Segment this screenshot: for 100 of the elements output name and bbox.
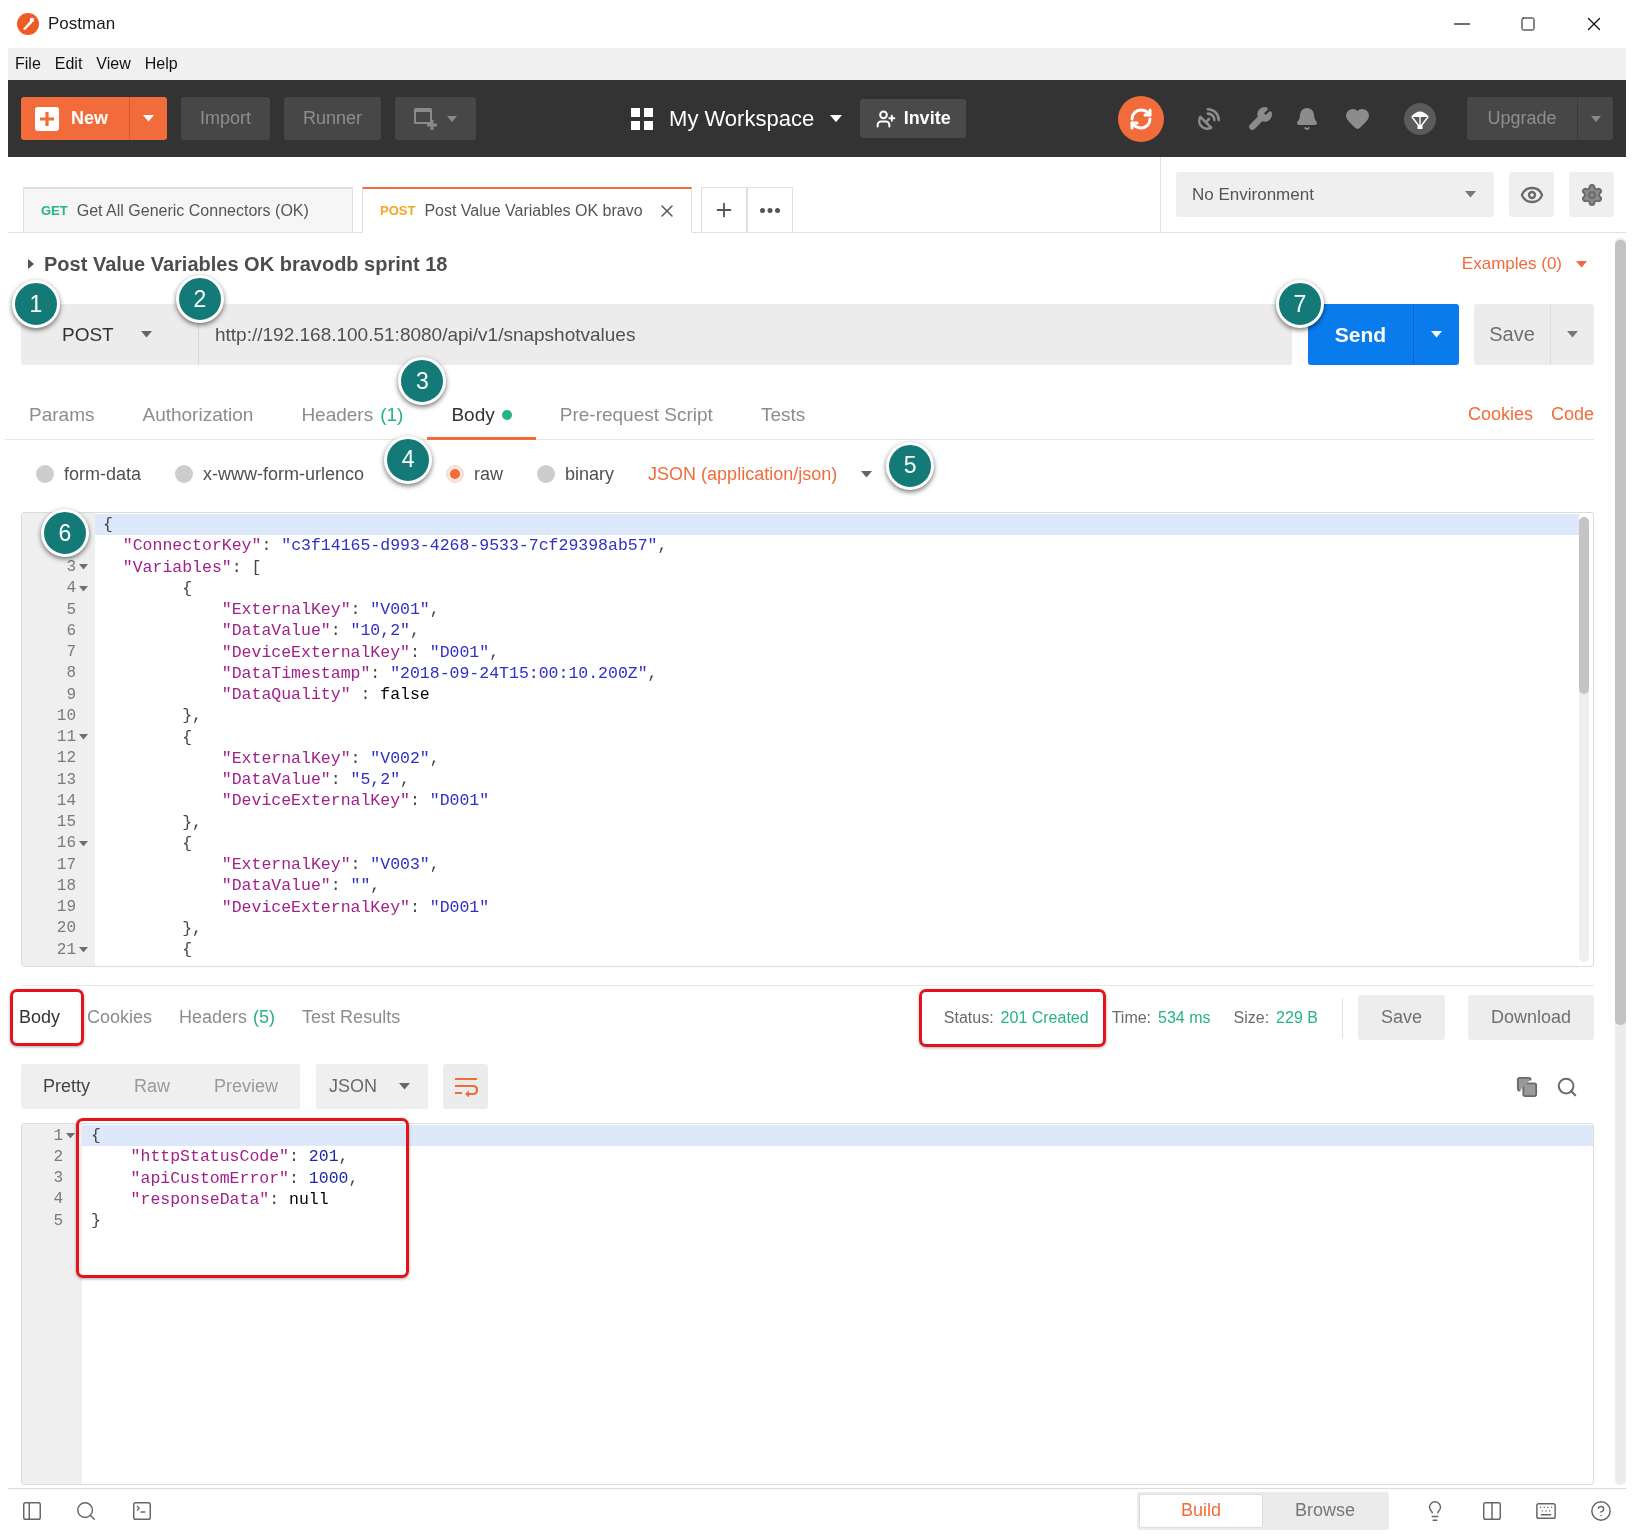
code-line: "httpStatusCode": 201,	[130, 1147, 349, 1167]
heart-icon[interactable]	[1345, 106, 1371, 131]
fold-caret-icon[interactable]	[79, 564, 88, 570]
body-type-option[interactable]: raw	[446, 463, 504, 485]
mode-tab[interactable]: Build	[1139, 1493, 1263, 1528]
line-number: 15	[56, 813, 76, 832]
request-tab[interactable]: POST Post Value Variables OK bravo	[362, 187, 692, 233]
code-line: {	[182, 940, 193, 960]
import-button[interactable]: Import	[181, 97, 270, 140]
fold-caret-icon[interactable]	[79, 734, 88, 740]
response-tab[interactable]: Test Results	[302, 1007, 401, 1028]
runner-button[interactable]: Runner	[284, 97, 382, 140]
menu-item[interactable]: Help	[137, 52, 185, 76]
link[interactable]: Code	[1550, 404, 1594, 425]
request-title: Post Value Variables OK bravodb sprint 18	[44, 252, 448, 276]
console-icon[interactable]	[131, 1499, 153, 1522]
response-tab[interactable]: Body	[19, 1007, 61, 1028]
request-section-tab[interactable]: Authorization	[118, 390, 278, 440]
copy-icon[interactable]	[1516, 1075, 1538, 1098]
code-line: "DataQuality" : false	[221, 685, 430, 705]
fold-caret-icon[interactable]	[66, 1132, 75, 1139]
caret-icon	[140, 331, 152, 338]
line-number: 16	[56, 834, 76, 853]
caret-icon	[447, 115, 458, 122]
line-number: 2	[53, 1147, 63, 1166]
scrollbar-thumb[interactable]	[1579, 517, 1589, 694]
line-number: 5	[66, 600, 76, 619]
request-tab[interactable]: GET Get All Generic Connectors (OK)	[23, 187, 353, 233]
line-number: 8	[66, 664, 76, 683]
scrollbar-track[interactable]	[1615, 238, 1626, 1485]
line-number: 20	[56, 919, 76, 938]
body-type-option[interactable]: binary	[537, 463, 615, 485]
scrollbar-track[interactable]	[1579, 517, 1589, 962]
request-section-tab[interactable]: Params	[5, 390, 119, 440]
body-type-option[interactable]: x-www-form-urlenco	[175, 463, 365, 485]
examples-dropdown[interactable]: Examples (0)	[1461, 254, 1587, 274]
step-number: 2	[176, 275, 224, 323]
line-number: 11	[56, 728, 76, 747]
wrap-lines-icon	[453, 1076, 478, 1097]
http-method: POST	[380, 203, 416, 218]
help-icon[interactable]	[1590, 1499, 1612, 1522]
http-method: GET	[41, 203, 68, 218]
refresh-icon	[1129, 106, 1154, 131]
response-action-button[interactable]: Save	[1357, 995, 1445, 1040]
search-icon[interactable]	[75, 1499, 97, 1522]
code-line: {	[182, 833, 193, 853]
tab-options-button[interactable]	[747, 187, 793, 233]
menu-item[interactable]: File	[8, 52, 48, 76]
bell-icon[interactable]	[1295, 106, 1320, 131]
caret-icon[interactable]	[28, 259, 34, 269]
ellipsis-icon	[760, 207, 780, 213]
response-tab[interactable]: Headers (5)	[179, 1007, 276, 1028]
fold-caret-icon[interactable]	[79, 946, 88, 953]
environment-dropdown[interactable]: No Environment	[1176, 172, 1494, 217]
new-dropdown-button[interactable]	[129, 97, 167, 140]
body-type-option[interactable]: form-data	[36, 463, 142, 485]
link[interactable]: Cookies	[1467, 404, 1533, 425]
new-window-button[interactable]	[395, 97, 477, 140]
response-format-dropdown[interactable]: JSON	[316, 1064, 429, 1109]
maximize-icon[interactable]	[1520, 16, 1536, 32]
environment-view-button[interactable]	[1509, 172, 1554, 217]
send-button[interactable]: Send	[1308, 304, 1413, 365]
response-tab[interactable]: Cookies	[87, 1007, 153, 1028]
settings-button[interactable]	[1569, 172, 1614, 217]
search-icon[interactable]	[1556, 1075, 1578, 1098]
wrap-lines-button[interactable]	[443, 1064, 489, 1109]
view-mode-button[interactable]: Preview	[192, 1064, 301, 1109]
fold-caret-icon[interactable]	[79, 840, 88, 847]
scrollbar-thumb[interactable]	[1615, 240, 1626, 1025]
code-line: "DataValue": "",	[221, 876, 381, 896]
code-line: "ExternalKey": "V001",	[221, 600, 440, 620]
request-section-tab[interactable]: Tests	[736, 390, 830, 440]
view-mode-button[interactable]: Pretty	[21, 1064, 112, 1109]
window-plus-icon	[414, 107, 439, 130]
code-line: "responseData": null	[130, 1189, 329, 1209]
upgrade-button[interactable]: Upgrade	[1467, 97, 1577, 140]
new-button[interactable]: New	[21, 97, 129, 140]
new-tab-button[interactable]	[701, 187, 747, 233]
app-logo-icon	[17, 13, 39, 35]
sidebar-toggle-icon[interactable]	[21, 1499, 43, 1522]
line-number: 14	[56, 791, 76, 810]
mode-tab[interactable]: Browse	[1263, 1493, 1387, 1528]
menu-item[interactable]: Edit	[47, 52, 90, 76]
response-action-button[interactable]: Download	[1467, 995, 1594, 1040]
menu-item[interactable]: View	[89, 52, 138, 76]
stat-label: Status:	[943, 1008, 994, 1027]
wrench-icon[interactable]	[1248, 106, 1274, 131]
workspace-dropdown[interactable]: My Workspace	[631, 105, 843, 132]
line-number: 3	[66, 558, 76, 577]
caret-icon	[861, 470, 873, 478]
format-dropdown[interactable]: JSON (application/json)	[648, 463, 873, 485]
parachute-icon[interactable]	[1404, 102, 1437, 135]
fold-caret-icon[interactable]	[79, 585, 88, 592]
satellite-dish-icon[interactable]	[1196, 105, 1223, 132]
code-line: },	[182, 812, 202, 832]
save-button[interactable]: Save	[1474, 304, 1550, 365]
invite-button[interactable]: Invite	[860, 99, 967, 138]
view-mode-button[interactable]: Raw	[112, 1064, 193, 1109]
two-pane-icon[interactable]	[1481, 1499, 1503, 1522]
request-section-tab[interactable]: Pre-request Script	[535, 390, 737, 440]
